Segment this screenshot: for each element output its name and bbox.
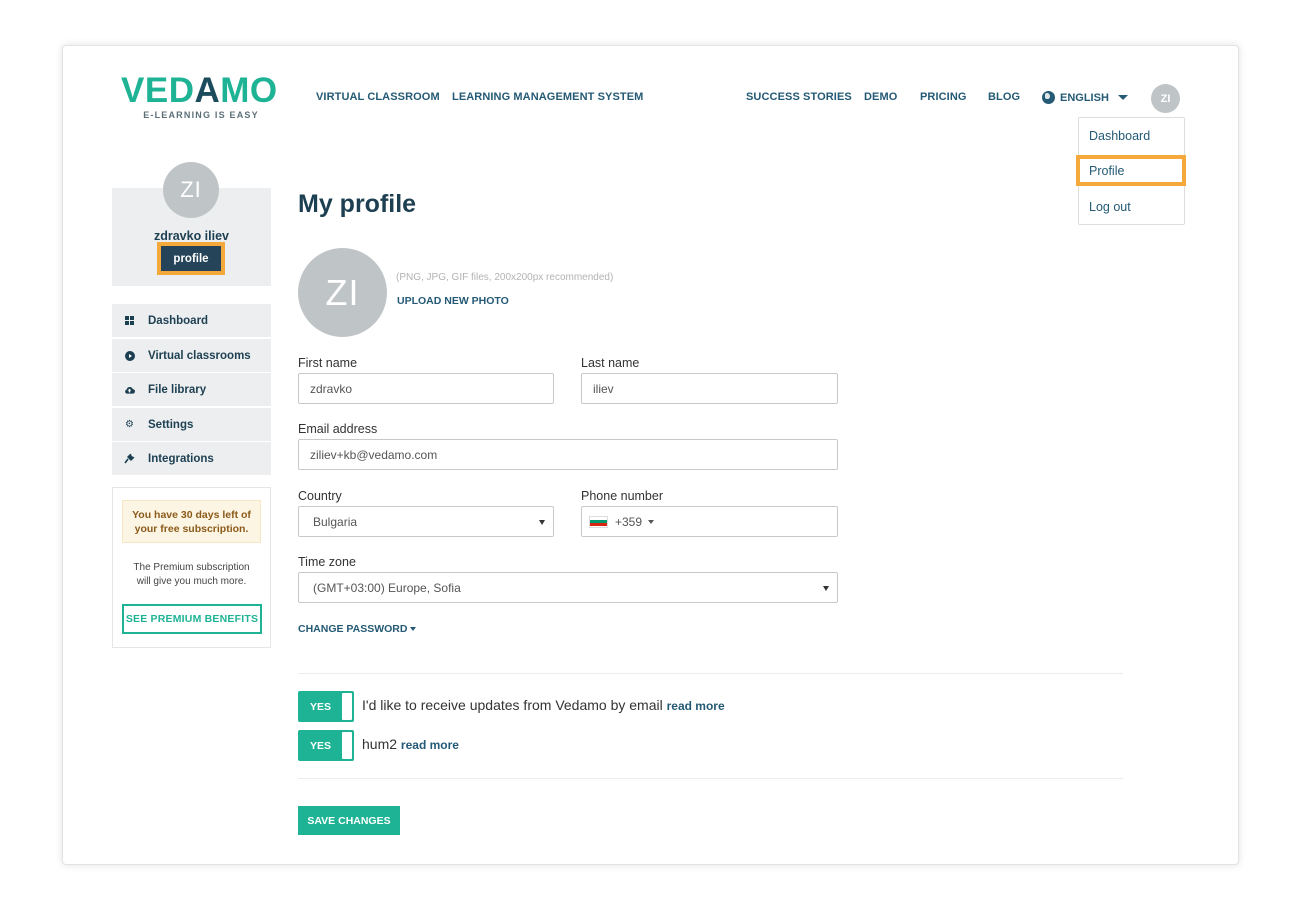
- timezone-select[interactable]: (GMT+03:00) Europe, Sofia: [298, 572, 838, 603]
- sidebar-item-label: Integrations: [148, 452, 214, 465]
- email-label: Email address: [298, 422, 378, 436]
- user-avatar-button[interactable]: ZI: [1151, 84, 1180, 113]
- vedamo-logo[interactable]: VEDAMO E-LEARNING IS EASY: [121, 71, 287, 120]
- chevron-down-icon: [1117, 95, 1128, 100]
- nav-pricing[interactable]: PRICING: [920, 91, 967, 103]
- language-selector[interactable]: ENGLISH: [1042, 91, 1128, 104]
- sidebar-item-dashboard[interactable]: Dashboard: [112, 304, 271, 337]
- plug-icon: [124, 453, 135, 464]
- trial-notice-line: your free subscription.: [134, 523, 249, 535]
- page-title: My profile: [298, 190, 417, 218]
- menu-item-profile[interactable]: Profile: [1089, 164, 1124, 178]
- first-name-label: First name: [298, 356, 358, 370]
- logo-text: VED: [121, 71, 195, 110]
- toggle-knob: [342, 732, 352, 759]
- chevron-down-icon: [648, 519, 655, 524]
- phone-label: Phone number: [581, 489, 664, 503]
- gear-icon: ⚙: [125, 419, 134, 430]
- consent-text: hum2: [362, 736, 398, 752]
- sidebar-item-file-library[interactable]: File library: [112, 373, 271, 406]
- last-name-field[interactable]: iliev: [581, 373, 838, 404]
- nav-blog[interactable]: BLOG: [988, 91, 1020, 103]
- premium-description-line: The Premium subscription: [133, 562, 250, 573]
- read-more-link[interactable]: read more: [667, 699, 725, 713]
- toggle-knob: [342, 693, 352, 720]
- save-changes-button[interactable]: SAVE CHANGES: [298, 806, 400, 835]
- trial-notice-line: You have 30 days left of: [132, 509, 251, 521]
- premium-description-line: will give you much more.: [136, 576, 247, 587]
- read-more-link[interactable]: read more: [401, 738, 459, 752]
- cloud-upload-icon: [124, 384, 135, 395]
- toggle-label: YES: [309, 700, 331, 713]
- email-field[interactable]: ziliev+kb@vedamo.com: [298, 439, 838, 470]
- nav-learning-management-system[interactable]: LEARNING MANAGEMENT SYSTEM: [452, 91, 643, 103]
- nav-virtual-classroom[interactable]: VIRTUAL CLASSROOM: [316, 91, 440, 103]
- sidebar-item-label: Dashboard: [148, 314, 209, 327]
- menu-item-logout[interactable]: Log out: [1089, 200, 1131, 214]
- timezone-select-value: (GMT+03:00) Europe, Sofia: [313, 580, 461, 595]
- chevron-down-icon: [410, 627, 417, 631]
- trial-notice: You have 30 days left of your free subsc…: [122, 500, 261, 543]
- sidebar-item-label: File library: [148, 383, 207, 396]
- browser-window: VEDAMO E-LEARNING IS EASY VIRTUAL CLASSR…: [62, 45, 1239, 865]
- nav-success-stories[interactable]: SUCCESS STORIES: [746, 91, 852, 103]
- phone-field[interactable]: +359: [581, 506, 838, 537]
- hum2-text: hum2 read more: [362, 736, 459, 752]
- timezone-label: Time zone: [298, 555, 356, 569]
- play-circle-icon: [124, 350, 135, 361]
- last-name-label: Last name: [581, 356, 640, 370]
- upload-photo-link[interactable]: UPLOAD NEW PHOTO: [397, 295, 509, 307]
- sidebar-avatar: ZI: [163, 162, 219, 218]
- sidebar-user-name: zdravko iliev: [153, 229, 230, 243]
- country-select-value: Bulgaria: [313, 514, 358, 529]
- sidebar-item-label: Settings: [148, 418, 194, 431]
- country-label: Country: [298, 489, 342, 503]
- photo-hint: (PNG, JPG, GIF files, 200x200px recommen…: [396, 272, 614, 283]
- chevron-down-icon: [823, 586, 829, 591]
- globe-icon: [1042, 91, 1055, 104]
- first-name-field[interactable]: zdravko: [298, 373, 554, 404]
- change-password-label: CHANGE PASSWORD: [298, 623, 408, 635]
- grid-icon: [124, 315, 135, 326]
- email-updates-toggle[interactable]: YES: [298, 691, 354, 722]
- bulgaria-flag-icon[interactable]: [589, 515, 608, 528]
- sidebar-profile-button[interactable]: profile: [161, 246, 221, 271]
- change-password-link[interactable]: CHANGE PASSWORD: [298, 623, 417, 635]
- logo-text-end: MO: [220, 71, 278, 110]
- profile-avatar[interactable]: ZI: [298, 248, 387, 337]
- sidebar-item-integrations[interactable]: Integrations: [112, 442, 271, 475]
- nav-demo[interactable]: DEMO: [864, 91, 897, 103]
- divider: [298, 673, 1123, 674]
- hum2-toggle[interactable]: YES: [298, 730, 354, 761]
- user-dropdown-menu: Dashboard Profile Log out: [1076, 117, 1186, 225]
- toggle-label: YES: [309, 739, 331, 752]
- premium-description: The Premium subscription will give you m…: [122, 561, 261, 589]
- divider: [298, 778, 1123, 779]
- consent-text: I'd like to receive updates from Vedamo …: [362, 697, 663, 713]
- menu-item-dashboard[interactable]: Dashboard: [1089, 129, 1150, 143]
- see-premium-benefits-button[interactable]: SEE PREMIUM BENEFITS: [122, 604, 262, 634]
- country-select[interactable]: Bulgaria: [298, 506, 554, 537]
- language-label: ENGLISH: [1060, 91, 1109, 104]
- logo-text-accent: A: [194, 71, 221, 110]
- chevron-down-icon: [539, 520, 545, 525]
- sidebar-item-label: Virtual classrooms: [148, 349, 251, 362]
- sidebar-item-settings[interactable]: ⚙ Settings: [112, 408, 271, 441]
- sidebar-item-virtual-classrooms[interactable]: Virtual classrooms: [112, 339, 271, 372]
- email-updates-text: I'd like to receive updates from Vedamo …: [362, 697, 725, 713]
- phone-country-code: +359: [615, 514, 643, 529]
- logo-tagline: E-LEARNING IS EASY: [143, 110, 259, 120]
